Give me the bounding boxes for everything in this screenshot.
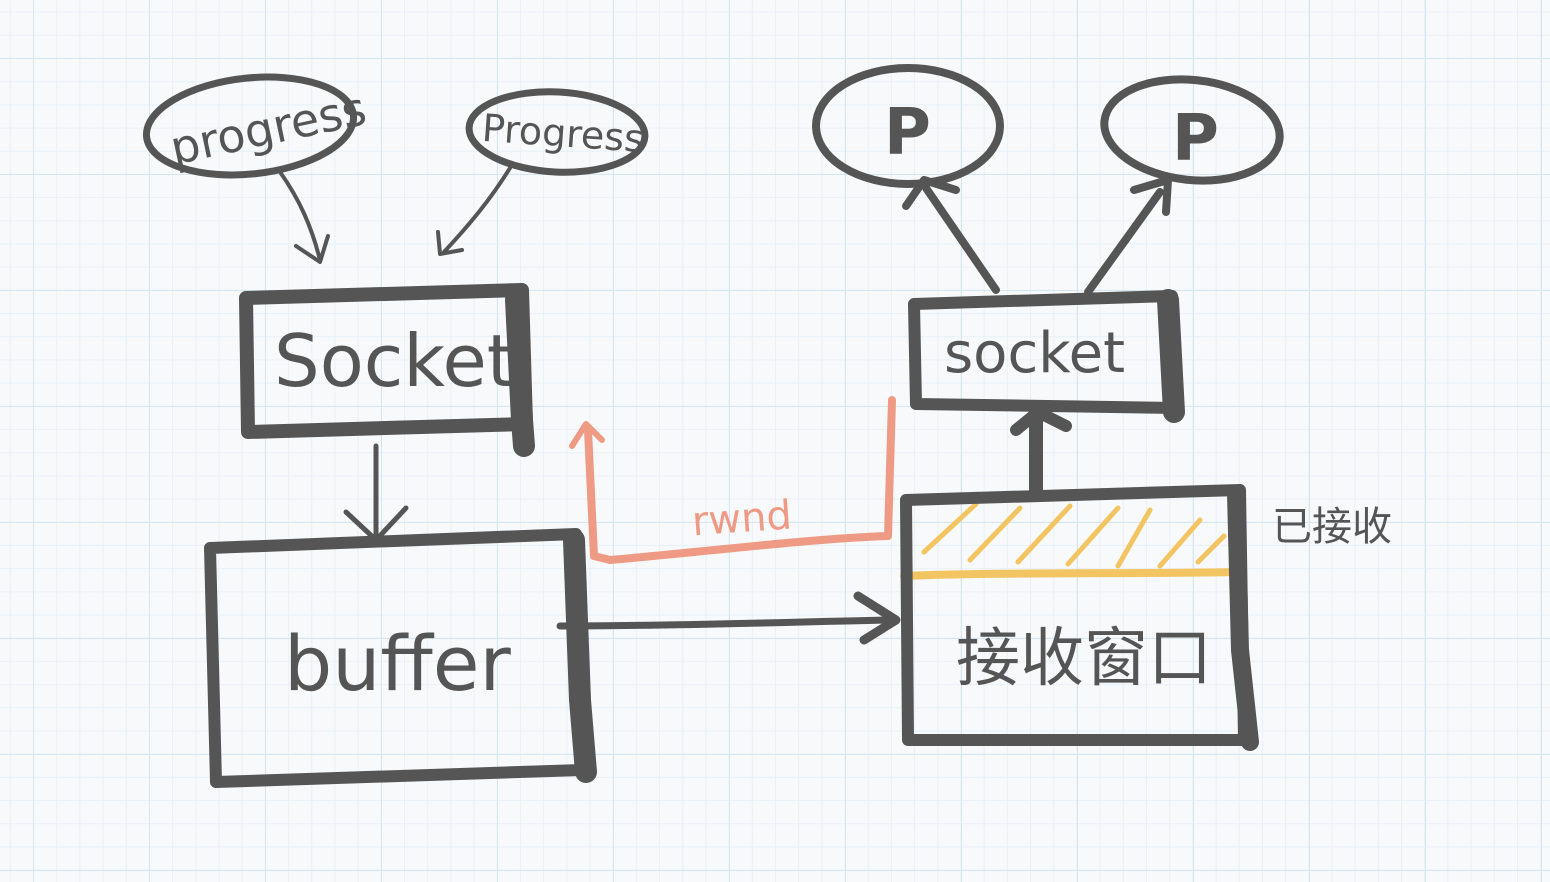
receiver-socket-label: socket xyxy=(944,321,1125,386)
rwnd-label: rwnd xyxy=(690,492,793,545)
socket-to-process-arrows xyxy=(902,176,1172,296)
receiver-process-left: P xyxy=(812,64,1004,188)
sender-process-right-label: Progress xyxy=(481,106,646,161)
receiver-socket-box: socket xyxy=(908,289,1185,423)
sender-process-left-label: progress xyxy=(165,81,370,175)
receiver-process-right: P xyxy=(1100,75,1284,185)
received-region-hatching xyxy=(900,501,1244,580)
window-to-socket-arrow xyxy=(1010,406,1072,499)
receive-window-box: 接收窗口 xyxy=(900,484,1259,751)
tcp-flow-diagram: progress Progress Socket buffer rwnd P P… xyxy=(142,64,1392,788)
received-note: 已接收 xyxy=(1272,504,1392,550)
buffer-box: buffer xyxy=(204,528,597,788)
receive-window-label: 接收窗口 xyxy=(956,622,1212,696)
buffer-to-window-arrow xyxy=(556,591,901,645)
receiver-process-right-label: P xyxy=(1172,102,1219,176)
rwnd-feedback-arrow: rwnd xyxy=(569,396,896,564)
sender-socket-label: Socket xyxy=(274,319,515,403)
process-to-socket-arrows xyxy=(278,166,512,264)
receiver-process-left-label: P xyxy=(884,96,931,170)
sender-socket-box: Socket xyxy=(239,283,535,457)
sender-process-left: progress xyxy=(142,73,371,179)
sender-process-right: Progress xyxy=(465,88,649,176)
grid-paper-canvas: progress Progress Socket buffer rwnd P P… xyxy=(0,0,1550,882)
socket-to-buffer-arrow xyxy=(343,443,409,543)
buffer-label: buffer xyxy=(284,619,512,708)
